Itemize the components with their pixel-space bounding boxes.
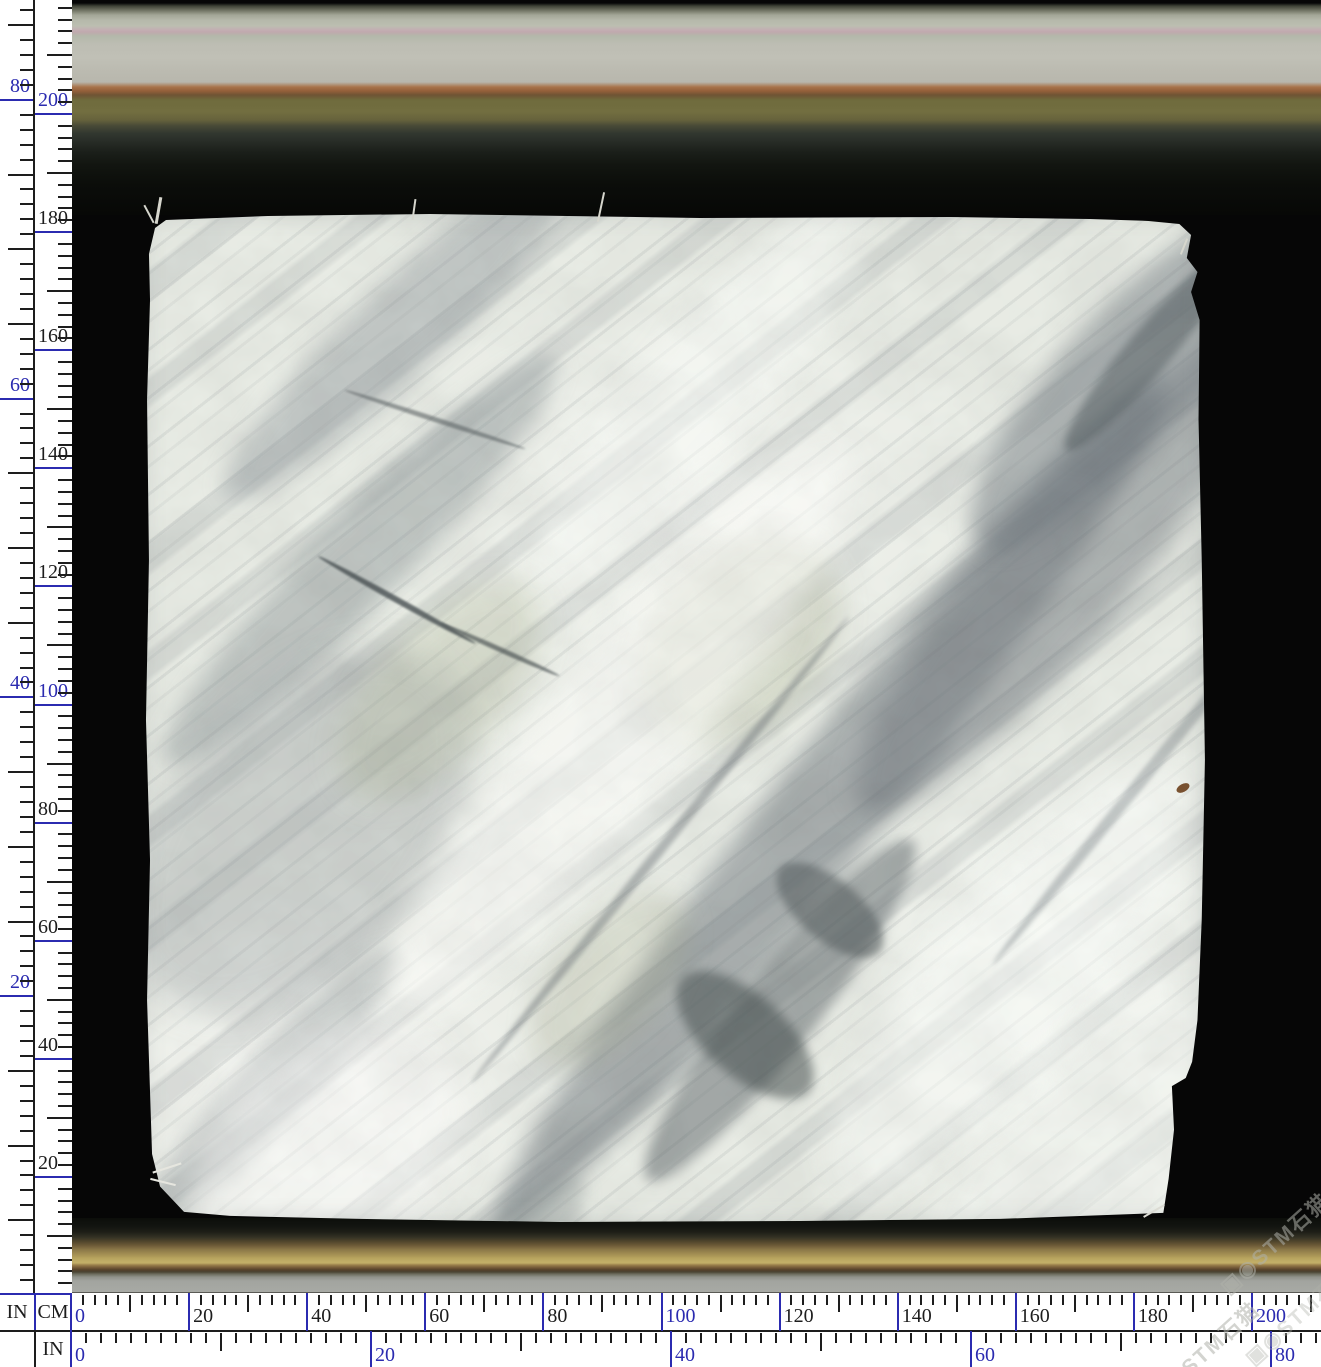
ruler-unit-label-in: IN xyxy=(36,1332,70,1366)
ruler-unit-label-cm: CM xyxy=(36,1295,70,1330)
ruler-unit-label-in: IN xyxy=(0,1295,34,1330)
ruler-left-background xyxy=(0,0,72,1293)
ruler-bottom-top-line xyxy=(72,1292,1321,1293)
slab-scan-canvas: IN CM IN 2040608020406080100120140160180… xyxy=(0,0,1321,1367)
scanner-artifact-bands-top xyxy=(72,0,1321,215)
slab-edge-shadow xyxy=(140,210,1206,1224)
ruler-bottom-row-separator xyxy=(0,1330,1321,1332)
scanner-artifact-bands-bottom xyxy=(72,1218,1321,1293)
ruler-left-divider-line xyxy=(33,0,35,1293)
marble-slab-image xyxy=(140,210,1206,1224)
